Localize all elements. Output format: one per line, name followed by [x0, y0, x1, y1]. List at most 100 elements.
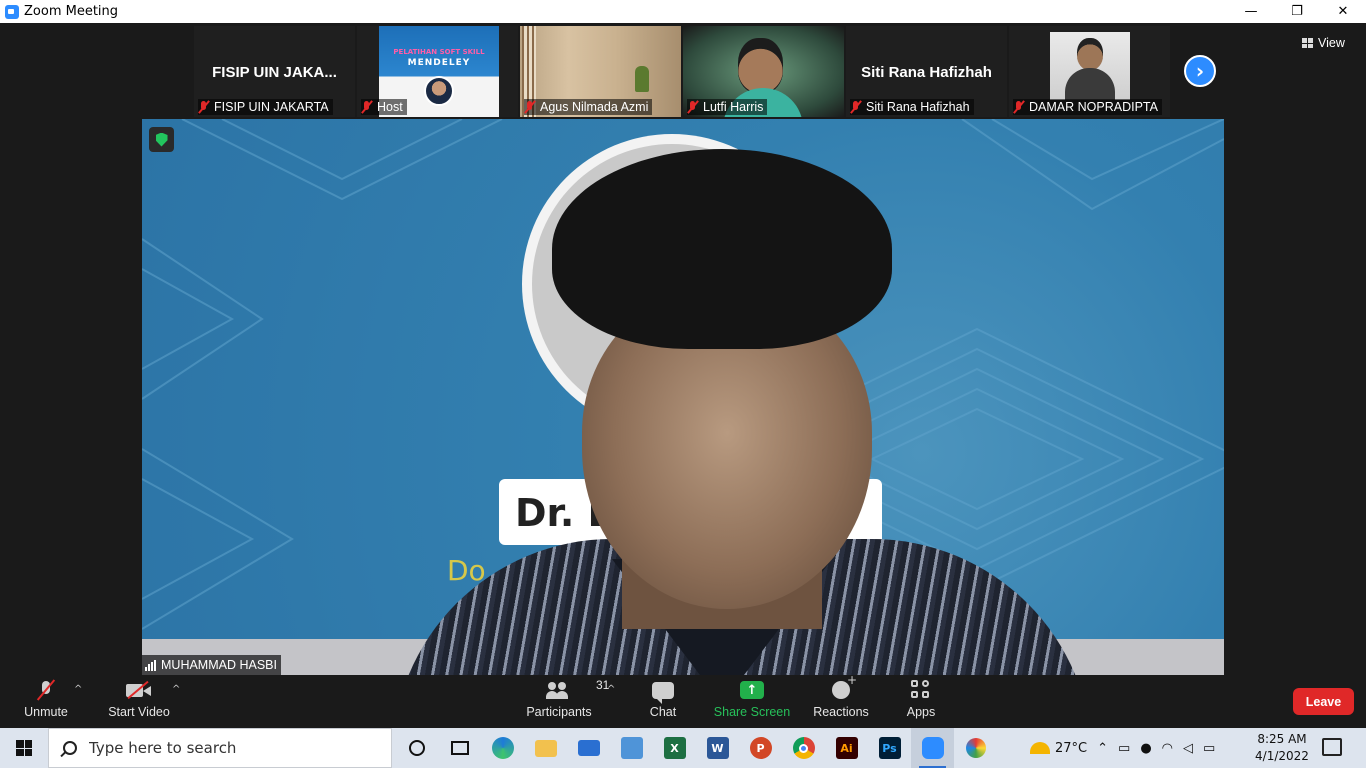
weather-temp[interactable]: 27°C — [1055, 741, 1087, 756]
active-speaker-label: MUHAMMAD HASBI — [142, 655, 281, 675]
apps-label: Apps — [906, 705, 936, 719]
share-screen-icon: ↑ — [740, 681, 764, 699]
zoom-app-icon — [5, 4, 19, 19]
photoshop-letter: Ps — [878, 737, 901, 759]
chevron-right-icon: › — [1195, 59, 1205, 83]
participants-button[interactable]: 31 Participants — [524, 675, 609, 728]
word-icon[interactable]: W — [696, 728, 739, 768]
participant-tile[interactable]: FISIP UIN JAKA... FISIP UIN JAKARTA — [194, 26, 355, 117]
illustrator-letter: Ai — [835, 737, 858, 759]
clock-date: 4/1/2022 — [1255, 749, 1309, 763]
apps-icon — [911, 680, 931, 700]
reactions-label: Reactions — [813, 705, 869, 719]
encryption-badge[interactable] — [149, 127, 174, 152]
share-screen-button[interactable]: ↑ Share Screen — [713, 675, 791, 728]
participant-label: FISIP UIN JAKARTA — [198, 99, 333, 115]
participant-tile[interactable]: Agus Nilmada Azmi — [520, 26, 681, 117]
file-explorer-icon[interactable] — [524, 728, 567, 768]
participant-name: Host — [377, 100, 403, 114]
chevron-up-icon[interactable]: ⌃ — [1097, 741, 1108, 756]
weather-icon[interactable] — [1030, 742, 1050, 754]
mic-muted-icon — [524, 100, 536, 114]
start-button[interactable] — [0, 728, 48, 768]
view-label: View — [1318, 36, 1345, 50]
notifications-icon[interactable] — [1322, 738, 1342, 756]
photos-icon[interactable] — [610, 728, 653, 768]
taskbar-clock[interactable]: 8:25 AM 4/1/2022 — [1252, 731, 1312, 765]
poster-title: PELATIHAN SOFT SKILL — [393, 48, 485, 56]
zoom-icon[interactable] — [911, 728, 954, 768]
minimize-button[interactable]: — — [1228, 0, 1274, 23]
video-options-caret[interactable]: ^ — [172, 684, 180, 695]
powerpoint-icon[interactable]: P — [739, 728, 782, 768]
volume-icon[interactable]: ◁ — [1183, 741, 1193, 756]
mic-muted-icon — [687, 100, 699, 114]
unmute-label: Unmute — [24, 705, 68, 719]
start-video-button[interactable]: Start Video — [106, 675, 172, 728]
participant-label: DAMAR NOPRADIPTA — [1013, 99, 1162, 115]
participant-name: Agus Nilmada Azmi — [540, 100, 649, 114]
reactions-button[interactable]: Reactions — [812, 673, 870, 728]
paint-icon[interactable] — [954, 728, 997, 768]
photoshop-icon[interactable]: Ps — [868, 728, 911, 768]
participant-tile[interactable]: Lutfi Harris — [683, 26, 844, 117]
poster-subject: MENDELEY — [407, 58, 471, 68]
microphone-icon[interactable]: ● — [1140, 741, 1151, 756]
unmute-button[interactable]: Unmute — [18, 675, 74, 728]
window-controls: — ❐ ✕ — [1228, 0, 1366, 23]
restore-button[interactable]: ❐ — [1274, 0, 1320, 23]
excel-icon[interactable]: X — [653, 728, 696, 768]
chrome-icon[interactable] — [782, 728, 825, 768]
chat-button[interactable]: Chat — [640, 675, 686, 728]
participant-tile[interactable]: DAMAR NOPRADIPTA — [1009, 26, 1170, 117]
participant-strip: FISIP UIN JAKA... FISIP UIN JAKARTA PELA… — [194, 26, 1170, 117]
participant-tile[interactable]: Siti Rana Hafizhah Siti Rana Hafizhah — [846, 26, 1007, 117]
participant-big-name: Siti Rana Hafizhah — [861, 64, 992, 81]
mail-icon[interactable] — [567, 728, 610, 768]
task-view-icon[interactable] — [438, 728, 481, 768]
powerpoint-letter: P — [749, 737, 772, 759]
share-screen-label: Share Screen — [713, 705, 791, 719]
cortana-icon[interactable] — [395, 728, 438, 768]
clock-time: 8:25 AM — [1257, 732, 1307, 746]
video-off-icon — [126, 681, 152, 699]
excel-letter: X — [663, 737, 686, 759]
battery-icon[interactable]: ▭ — [1203, 741, 1215, 756]
meet-now-icon[interactable]: ▭ — [1118, 741, 1130, 756]
meeting-area: FISIP UIN JAKA... FISIP UIN JAKARTA PELA… — [0, 23, 1366, 728]
shield-check-icon — [155, 132, 168, 147]
signal-strength-icon — [145, 659, 156, 671]
participant-name: FISIP UIN JAKARTA — [214, 100, 329, 114]
next-page-button[interactable]: › — [1184, 55, 1216, 87]
window-titlebar: Zoom Meeting — ❐ ✕ — [0, 0, 1366, 23]
speaker-name: MUHAMMAD HASBI — [161, 658, 277, 672]
participant-label: Agus Nilmada Azmi — [524, 99, 653, 115]
mic-muted-icon — [361, 100, 373, 114]
reactions-icon — [832, 673, 857, 699]
participant-video-head — [1077, 38, 1103, 70]
mic-muted-icon — [850, 100, 862, 114]
audio-options-caret[interactable]: ^ — [74, 684, 82, 695]
wifi-icon[interactable]: ◠ — [1162, 741, 1173, 756]
search-input[interactable] — [89, 739, 369, 757]
participant-label: Siti Rana Hafizhah — [850, 99, 974, 115]
close-button[interactable]: ✕ — [1320, 0, 1366, 23]
participant-name: Siti Rana Hafizhah — [866, 100, 970, 114]
chat-label: Chat — [649, 705, 677, 719]
system-tray: 27°C ⌃ ▭ ● ◠ ◁ ▭ — [1030, 728, 1220, 768]
leave-button[interactable]: Leave — [1293, 688, 1354, 715]
participant-tile[interactable]: PELATIHAN SOFT SKILL MENDELEY Host — [357, 26, 518, 117]
word-letter: W — [706, 737, 729, 759]
chat-icon — [652, 681, 674, 704]
view-button[interactable]: View — [1302, 33, 1345, 53]
search-icon — [63, 741, 77, 755]
apps-button[interactable]: Apps — [900, 675, 942, 728]
grid-icon — [1302, 38, 1313, 48]
taskbar-search[interactable] — [48, 728, 392, 768]
illustrator-icon[interactable]: Ai — [825, 728, 868, 768]
participants-options-caret[interactable]: ^ — [607, 684, 615, 695]
participant-video — [1050, 32, 1130, 100]
poster-photo — [424, 76, 454, 106]
edge-icon[interactable] — [481, 728, 524, 768]
active-speaker-video[interactable]: Dr. L Do — [142, 119, 1224, 675]
